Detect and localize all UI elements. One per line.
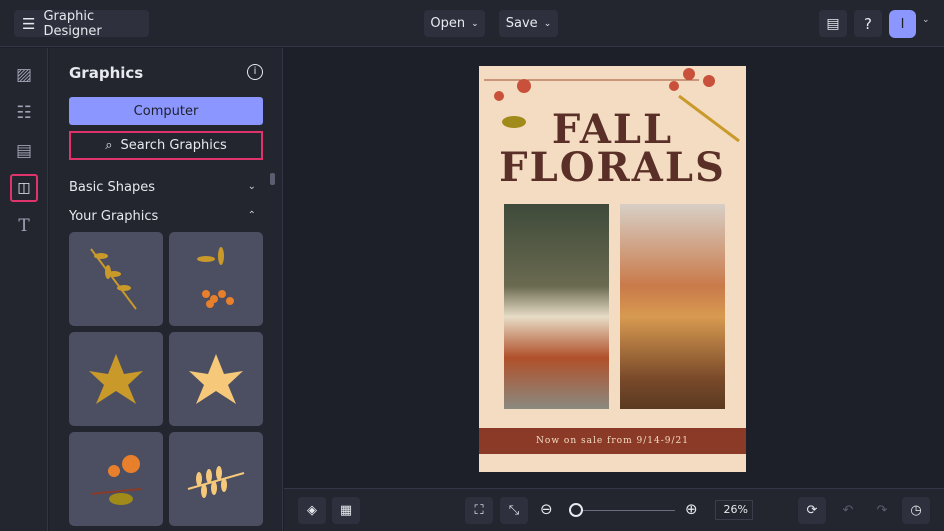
hamburger-icon: ☰ <box>22 14 36 33</box>
zoom-slider[interactable] <box>569 510 675 511</box>
berry-branch-icon <box>90 455 142 505</box>
leaf-icon <box>189 354 243 404</box>
open-label: Open <box>430 16 466 31</box>
graphics-panel: Graphics i Computer ⌕ Search Graphics Bas… <box>49 48 283 531</box>
bottom-toolbar: ◈ ▦ ⛶ ⤡ ⊖ ⊕ 26% ⟳ ↶ ↷ ◷ <box>284 488 944 531</box>
redo-button[interactable]: ↷ <box>868 497 896 524</box>
menu-button[interactable]: ☰ Graphic Designer <box>14 8 149 39</box>
graphic-tile[interactable] <box>69 432 163 526</box>
leaf-icon <box>89 354 143 404</box>
comments-button[interactable]: ▤ <box>819 10 847 37</box>
app-title: Graphic Designer <box>43 8 102 39</box>
dried-flowers-photo <box>620 204 725 409</box>
zoom-slider-handle[interactable] <box>569 503 583 517</box>
chevron-down-icon: ⌄ <box>471 18 479 29</box>
wheat-icon <box>187 466 245 498</box>
fit-screen-button[interactable]: ⛶ <box>465 497 493 524</box>
graphic-tile[interactable] <box>169 332 263 426</box>
layout-icon[interactable]: ▤ <box>10 137 38 165</box>
text-icon[interactable]: T <box>10 212 38 240</box>
adjustments-icon[interactable]: ☷ <box>10 99 38 127</box>
chevron-down-icon[interactable]: ⌄ <box>248 181 256 192</box>
graphic-tile[interactable] <box>169 232 263 326</box>
poster-title-line2: FLORALS <box>499 144 726 191</box>
refresh-icon: ⟳ <box>806 503 818 518</box>
computer-label: Computer <box>133 103 199 119</box>
help-button[interactable]: ? <box>854 10 882 37</box>
sale-banner: Now on sale from 9/14-9/21 <box>479 428 746 454</box>
graphics-icon[interactable]: ◫ <box>10 174 38 202</box>
undo-button[interactable]: ↶ <box>834 497 862 524</box>
graphic-tile[interactable] <box>69 232 163 326</box>
search-label: Search Graphics <box>120 138 227 153</box>
collapse-icon: ⤡ <box>508 503 520 518</box>
redo-icon: ↷ <box>876 503 888 518</box>
zoom-input[interactable]: 26% <box>715 500 753 520</box>
save-label: Save <box>505 16 538 31</box>
history-icon: ◷ <box>910 503 922 518</box>
info-icon[interactable]: i <box>247 64 263 80</box>
scrollbar[interactable] <box>270 173 275 185</box>
zoom-in-icon[interactable]: ⊕ <box>685 500 698 518</box>
canvas-area[interactable]: FALL FLORALS Now on sale from 9/14-9/21 <box>284 48 944 488</box>
your-graphics-section[interactable]: Your Graphics <box>69 209 158 224</box>
history-button[interactable]: ◷ <box>902 497 930 524</box>
refresh-button[interactable]: ⟳ <box>798 497 826 524</box>
grid-button[interactable]: ▦ <box>332 497 360 524</box>
bride-photo <box>504 204 609 409</box>
branch-icon <box>90 248 137 310</box>
undo-icon: ↶ <box>842 503 854 518</box>
save-button[interactable]: Save ⌄ <box>499 10 558 37</box>
zoom-out-icon[interactable]: ⊖ <box>540 500 553 518</box>
expand-icon: ⛶ <box>474 503 484 518</box>
layers-icon: ◈ <box>307 503 317 518</box>
search-graphics-button[interactable]: ⌕ Search Graphics <box>69 131 263 160</box>
chevron-down-icon: ⌄ <box>543 18 552 29</box>
panel-title: Graphics <box>69 64 144 82</box>
berries-icon <box>197 247 234 308</box>
computer-button[interactable]: Computer <box>69 97 263 125</box>
open-button[interactable]: Open ⌄ <box>424 10 485 37</box>
shrink-button[interactable]: ⤡ <box>500 497 528 524</box>
image-icon[interactable]: ▨ <box>10 61 38 89</box>
chevron-up-icon[interactable]: ⌃ <box>248 210 256 221</box>
chevron-down-icon[interactable]: ⌄ <box>922 15 930 25</box>
help-icon: ? <box>864 14 872 33</box>
grid-icon: ▦ <box>339 503 353 518</box>
tool-rail: ▨ ☷ ▤ ◫ T <box>0 48 48 531</box>
avatar[interactable]: I <box>889 10 916 38</box>
search-icon: ⌕ <box>105 138 113 153</box>
basic-shapes-section[interactable]: Basic Shapes <box>69 180 155 195</box>
layers-button[interactable]: ◈ <box>298 497 326 524</box>
graphic-tile[interactable] <box>69 332 163 426</box>
avatar-initial: I <box>900 16 905 32</box>
poster[interactable]: FALL FLORALS Now on sale from 9/14-9/21 <box>479 66 746 472</box>
comment-icon: ▤ <box>826 15 840 32</box>
graphic-tile[interactable] <box>169 432 263 526</box>
top-bar: ☰ Graphic Designer Open ⌄ Save ⌄ ▤ ? I ⌄ <box>0 0 944 47</box>
